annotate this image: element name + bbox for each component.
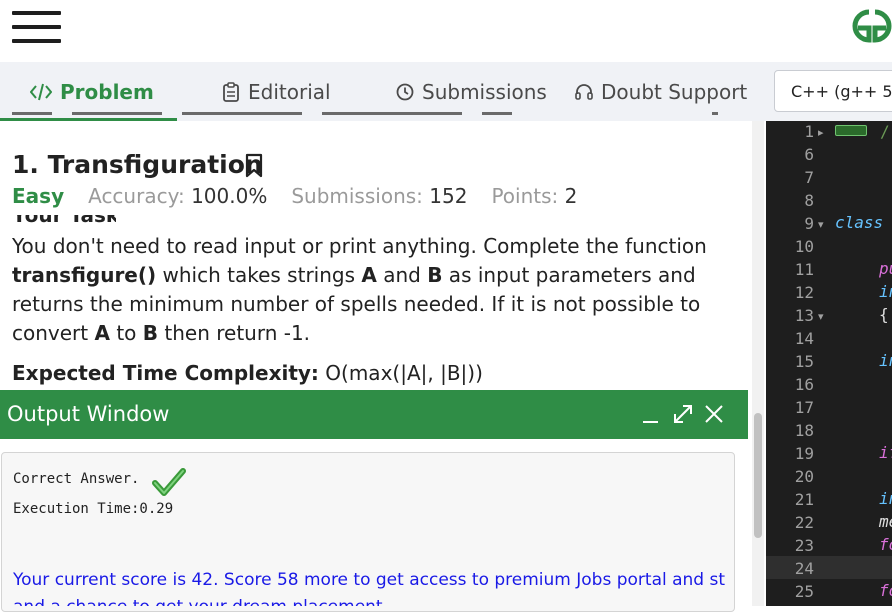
output-window-title: Output Window	[7, 402, 170, 426]
code-token: in	[879, 282, 892, 301]
fold-arrow-icon[interactable]: ▸	[818, 126, 824, 139]
clipped-text-line	[12, 112, 718, 122]
task-description: You don't need to read input or print an…	[12, 234, 707, 345]
line-number: 16	[794, 375, 814, 394]
code-token: fo	[879, 535, 892, 554]
line-number: 7	[804, 168, 814, 187]
line-number: 6	[804, 145, 814, 164]
check-icon	[152, 468, 186, 496]
line-number: 24	[794, 559, 814, 578]
menu-icon[interactable]	[12, 11, 61, 43]
code-token: in	[879, 351, 892, 370]
line-number: 17	[794, 398, 814, 417]
code-token: {	[879, 305, 889, 324]
clock-icon	[396, 83, 414, 100]
result-text: Correct Answer.	[13, 471, 140, 487]
accuracy-label: Accuracy:	[88, 184, 185, 208]
clipboard-icon	[223, 81, 239, 102]
line-number: 11	[794, 260, 814, 279]
line-number: 15	[794, 352, 814, 371]
line-number: 19	[794, 444, 814, 463]
code-token: me	[879, 512, 892, 531]
line-number: 1	[804, 122, 814, 141]
code-token: fo	[879, 581, 892, 600]
output-window-header: Output Window	[0, 390, 748, 439]
tab-label: Editorial	[248, 79, 331, 104]
fold-arrow-icon[interactable]: ▾	[818, 218, 824, 231]
code-icon	[30, 83, 52, 100]
code-token: pu	[879, 259, 892, 278]
line-number: 9	[804, 214, 814, 233]
close-icon[interactable]	[702, 402, 726, 426]
language-select[interactable]: C++ (g++ 5.4)	[774, 70, 892, 112]
submissions-label: Submissions:	[291, 184, 423, 208]
line-number: 21	[794, 490, 814, 509]
tab-label: Submissions	[422, 79, 547, 104]
problem-scrollbar-thumb[interactable]	[754, 413, 762, 538]
difficulty-badge: Easy	[12, 184, 65, 208]
line-number: 25	[794, 582, 814, 601]
bookmark-icon[interactable]	[244, 153, 264, 179]
headset-icon	[575, 83, 593, 100]
problem-title: 1. Transfiguration	[12, 150, 263, 179]
task-heading: Your Task:	[12, 215, 116, 227]
folded-code-marker[interactable]	[835, 125, 867, 136]
minimize-icon[interactable]	[640, 402, 664, 426]
line-number: 14	[794, 329, 814, 348]
code-token: in	[879, 489, 892, 508]
code-comment: /	[880, 122, 890, 141]
line-number: 23	[794, 536, 814, 555]
line-number: 13	[794, 306, 814, 325]
language-value: C++ (g++ 5.4)	[791, 81, 892, 101]
points-label: Points:	[491, 184, 559, 208]
tab-label: Problem	[60, 79, 154, 104]
score-message-line2: and a chance to get your dream placement	[13, 597, 413, 606]
top-bar	[0, 0, 892, 62]
gfg-logo[interactable]	[842, 4, 892, 48]
expected-time-complexity: Expected Time Complexity: O(max(|A|, |B|…	[12, 361, 483, 385]
score-message: Your current score is 42. Score 58 more …	[13, 570, 726, 590]
line-number: 8	[804, 191, 814, 210]
line-number: 20	[794, 467, 814, 486]
line-number: 22	[794, 513, 814, 532]
expand-icon[interactable]	[671, 402, 695, 426]
problem-meta: Easy Accuracy: 100.0% Submissions: 152 Poin…	[12, 184, 577, 208]
line-number: 12	[794, 283, 814, 302]
fold-arrow-icon[interactable]: ▾	[818, 310, 824, 323]
line-number: 10	[794, 237, 814, 256]
execution-time: Execution Time:0.29	[13, 501, 174, 517]
points-value: 2	[564, 184, 578, 208]
submissions-value: 152	[429, 184, 468, 208]
accuracy-value: 100.0%	[191, 184, 268, 208]
tab-label: Doubt Support	[601, 79, 748, 104]
line-number: 18	[794, 421, 814, 440]
code-token: if	[879, 443, 892, 462]
code-token-class: class	[835, 213, 884, 232]
